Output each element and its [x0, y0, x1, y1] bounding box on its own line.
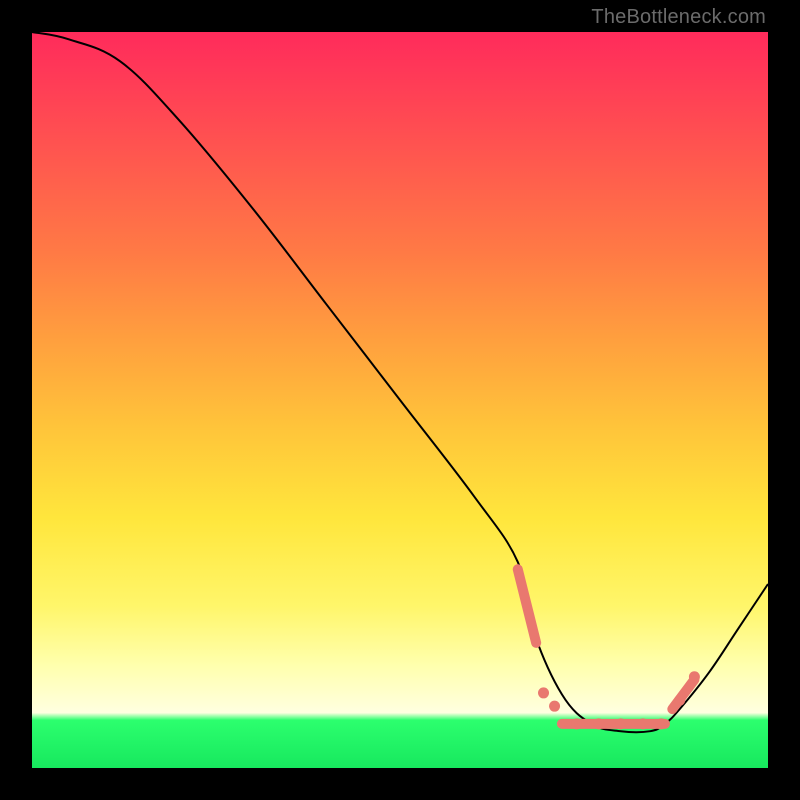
- curve-layer: [32, 32, 768, 768]
- chart-frame: TheBottleneck.com: [0, 0, 800, 800]
- highlight-dot: [689, 671, 700, 682]
- watermark-text: TheBottleneck.com: [591, 6, 766, 29]
- highlight-dot: [571, 718, 582, 729]
- optimal-zone-markers: [518, 569, 700, 729]
- highlight-dot: [593, 718, 604, 729]
- bottleneck-curve: [32, 32, 768, 732]
- highlight-dot: [674, 695, 685, 706]
- highlight-dot: [549, 701, 560, 712]
- highlight-dot: [615, 718, 626, 729]
- highlight-dot: [538, 687, 549, 698]
- highlight-dash-left: [518, 569, 536, 643]
- highlight-dot: [637, 718, 648, 729]
- highlight-dot: [656, 718, 667, 729]
- plot-area: [32, 32, 768, 768]
